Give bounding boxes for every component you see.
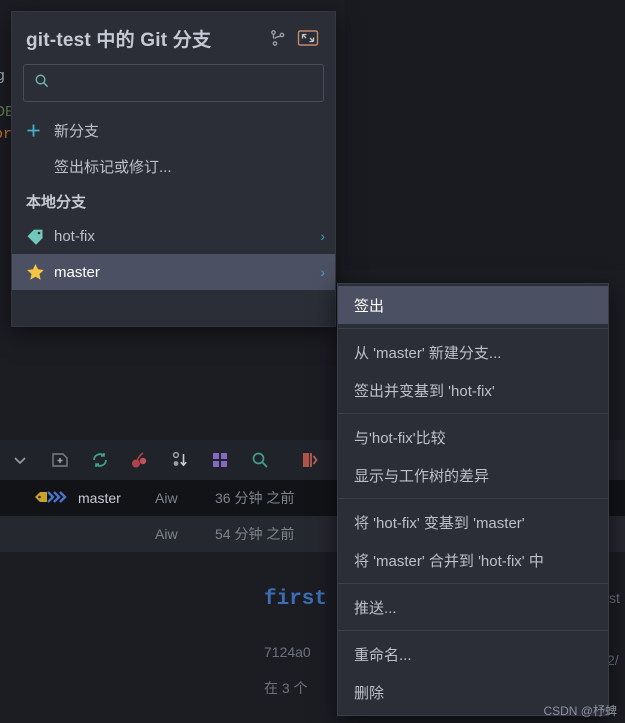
refresh-icon[interactable] bbox=[80, 440, 120, 480]
menu-item-push[interactable]: 推送... bbox=[338, 588, 608, 626]
menu-item-show-diff-with-working-tree[interactable]: 显示与工作树的差异 bbox=[338, 456, 608, 494]
commit-author: Aiw bbox=[155, 490, 178, 506]
menu-item-new-branch-from[interactable]: 从 'master' 新建分支... bbox=[338, 333, 608, 371]
search-input[interactable] bbox=[57, 74, 313, 92]
new-file-icon[interactable] bbox=[40, 440, 80, 480]
tag-arrow-icon bbox=[34, 489, 72, 508]
page-title: git-test 中的 Git 分支 bbox=[26, 29, 212, 51]
star-icon bbox=[26, 263, 54, 281]
commit-time: 54 分钟 之前 bbox=[215, 526, 295, 542]
commit-author: Aiw bbox=[155, 526, 178, 542]
new-branch-item[interactable]: 新分支 bbox=[12, 112, 335, 148]
branch-item-hot-fix[interactable]: hot-fix › bbox=[12, 218, 335, 254]
search-icon[interactable] bbox=[240, 440, 280, 480]
menu-separator bbox=[338, 328, 608, 329]
chevron-right-icon: › bbox=[320, 228, 325, 244]
menu-item-merge-into[interactable]: 将 'master' 合并到 'hot-fix' 中 bbox=[338, 541, 608, 579]
menu-separator bbox=[338, 413, 608, 414]
plus-icon bbox=[26, 123, 54, 138]
branch-item-master[interactable]: master › bbox=[12, 254, 335, 290]
search-box[interactable] bbox=[23, 64, 324, 102]
editor-right-pane bbox=[345, 0, 625, 270]
new-branch-label: 新分支 bbox=[54, 122, 100, 140]
sort-icon[interactable] bbox=[160, 440, 200, 480]
menu-item-rebase-onto[interactable]: 将 'hot-fix' 变基到 'master' bbox=[338, 503, 608, 541]
commit-hash: 7124a0 bbox=[264, 644, 311, 660]
search-icon bbox=[34, 73, 49, 93]
branch-name: hot-fix bbox=[54, 227, 95, 245]
branch-list[interactable]: 新分支 签出标记或修订... 本地分支 hot-fix › master › bbox=[12, 112, 335, 290]
popup-header: git-test 中的 Git 分支 bbox=[12, 12, 335, 64]
checkout-tag-item[interactable]: 签出标记或修订... bbox=[12, 148, 335, 184]
tag-icon bbox=[26, 228, 54, 245]
menu-separator bbox=[338, 583, 608, 584]
compare-icon[interactable] bbox=[290, 440, 330, 480]
branch-name: master bbox=[78, 490, 121, 506]
watermark: CSDN @杼蜱 bbox=[543, 704, 617, 718]
search-container[interactable] bbox=[12, 64, 335, 102]
menu-separator bbox=[338, 498, 608, 499]
expand-window-icon[interactable] bbox=[293, 24, 323, 52]
bg-code-fragment: g bbox=[0, 68, 6, 85]
checkout-tag-label: 签出标记或修订... bbox=[54, 158, 172, 176]
menu-item-compare-with[interactable]: 与'hot-fix'比较 bbox=[338, 418, 608, 456]
detail-right-fragment: st bbox=[609, 590, 620, 606]
chevron-right-icon: › bbox=[320, 264, 325, 280]
commit-message: first bbox=[264, 588, 328, 611]
commit-age: 在 3 个 bbox=[264, 680, 308, 696]
commit-time: 36 分钟 之前 bbox=[215, 490, 295, 506]
menu-item-checkout[interactable]: 签出 bbox=[338, 286, 608, 324]
menu-separator bbox=[338, 630, 608, 631]
local-branches-header: 本地分支 bbox=[26, 193, 87, 211]
cherry-pick-icon[interactable] bbox=[120, 440, 160, 480]
menu-item-checkout-and-rebase[interactable]: 签出并变基到 'hot-fix' bbox=[338, 371, 608, 409]
menu-item-rename[interactable]: 重命名... bbox=[338, 635, 608, 673]
branch-ref-badge: master bbox=[0, 489, 155, 508]
branch-name: master bbox=[54, 263, 100, 281]
git-branches-popup[interactable]: git-test 中的 Git 分支 新分支 签出标记或修订... 本地分支 h… bbox=[11, 11, 336, 327]
chevron-down-icon[interactable] bbox=[0, 440, 40, 480]
branch-context-menu[interactable]: 签出 从 'master' 新建分支... 签出并变基到 'hot-fix' 与… bbox=[337, 283, 609, 716]
branch-graph-icon[interactable] bbox=[263, 24, 293, 52]
grid-icon[interactable] bbox=[200, 440, 240, 480]
